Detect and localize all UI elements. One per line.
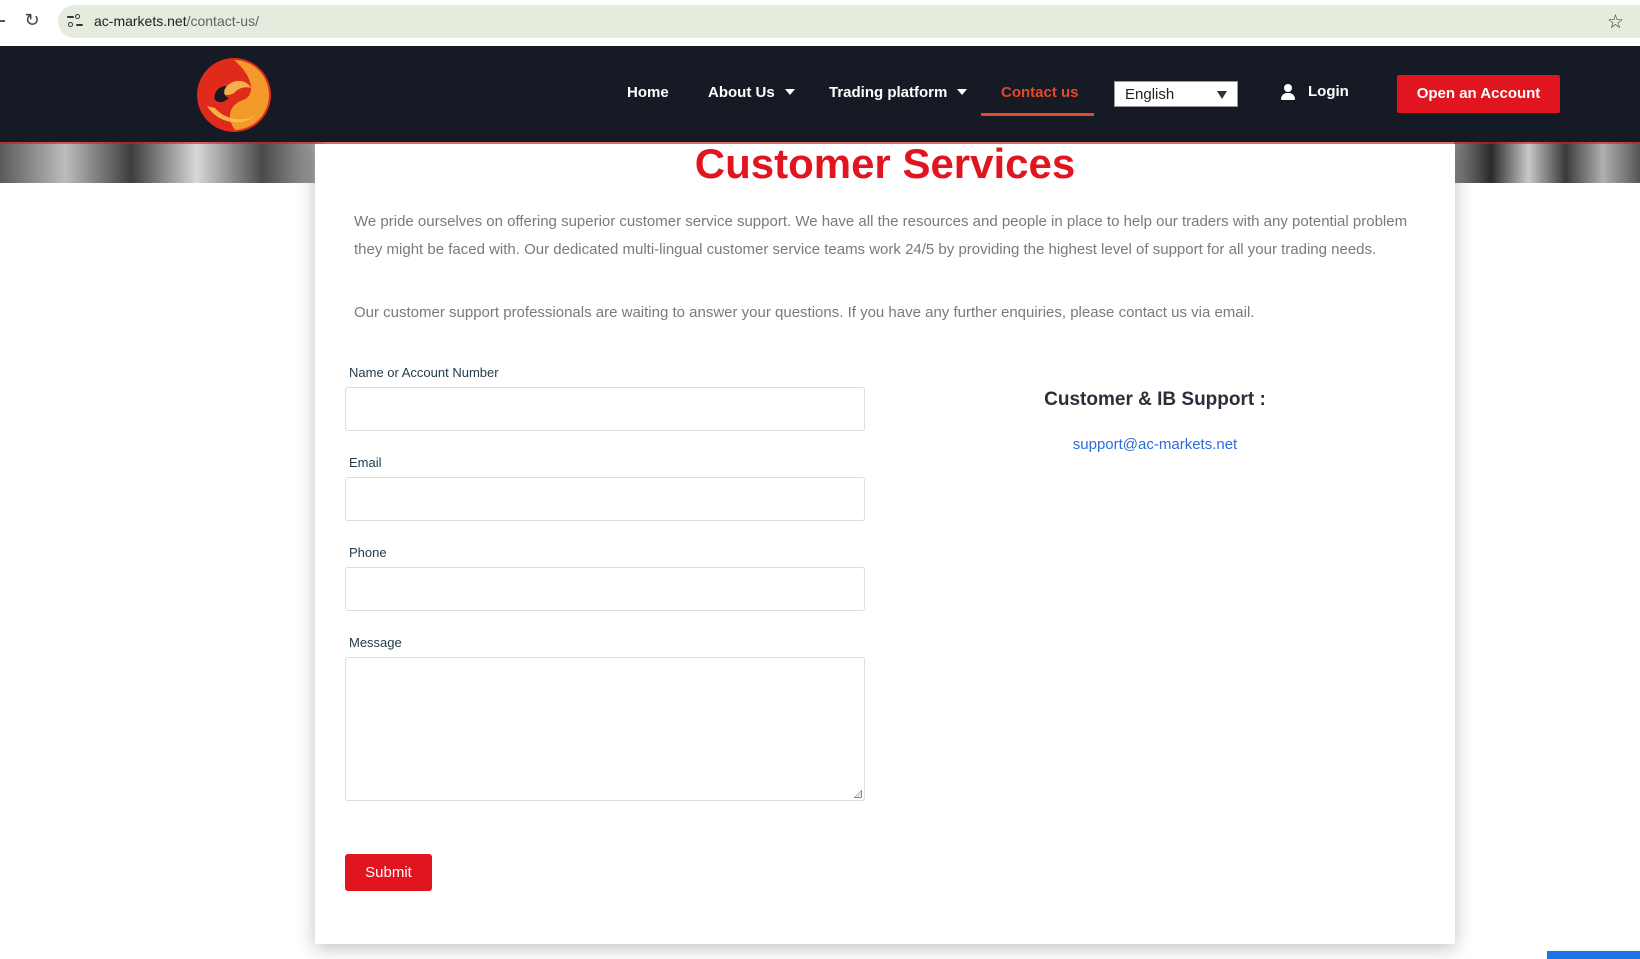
url-path: /contact-us/ — [186, 13, 259, 29]
language-value: English — [1125, 86, 1175, 103]
nav-contact-us[interactable]: Contact us — [1001, 84, 1079, 101]
contact-paragraph: Our customer support professionals are w… — [354, 304, 1255, 321]
resize-handle-icon[interactable] — [854, 790, 862, 798]
back-button-edge[interactable] — [0, 20, 5, 22]
nav-trading-label: Trading platform — [829, 84, 948, 101]
login-label: Login — [1308, 83, 1349, 100]
nav-about-label: About Us — [708, 84, 775, 101]
url-text[interactable]: ac-markets.net/contact-us/ — [94, 13, 259, 29]
email-field[interactable] — [345, 477, 865, 521]
bookmark-star-icon[interactable]: ☆ — [1607, 11, 1624, 33]
message-textarea[interactable] — [345, 657, 865, 801]
caret-down-icon — [957, 89, 968, 95]
caret-down-icon — [784, 89, 795, 95]
intro-paragraph: We pride ourselves on offering superior … — [354, 213, 1408, 258]
name-field[interactable] — [345, 387, 865, 431]
active-nav-indicator — [981, 113, 1094, 116]
content-card: Customer Services We pride ourselves on … — [315, 140, 1455, 944]
reload-icon[interactable]: ↻ — [22, 11, 42, 31]
site-header: Home About Us Trading platform Contact u… — [0, 46, 1640, 142]
nav-home[interactable]: Home — [627, 84, 669, 101]
language-select[interactable]: English — [1114, 81, 1238, 107]
page-title: Customer Services — [694, 140, 1076, 187]
support-email-link[interactable]: support@ac-markets.net — [955, 436, 1355, 453]
nav-trading-platform[interactable]: Trading platform — [829, 84, 968, 101]
url-host: ac-markets.net — [94, 13, 187, 29]
dropdown-arrow-icon — [1217, 91, 1227, 99]
open-account-button[interactable]: Open an Account — [1397, 75, 1560, 113]
name-label: Name or Account Number — [349, 365, 499, 380]
support-heading: Customer & IB Support : — [1044, 389, 1266, 410]
user-icon — [1280, 84, 1296, 100]
chat-widget-edge[interactable] — [1547, 951, 1640, 959]
address-bar[interactable]: ac-markets.net/contact-us/ ☆ — [58, 5, 1640, 38]
site-info-icon[interactable] — [67, 13, 83, 29]
message-label: Message — [349, 635, 402, 650]
hero-banner-right — [1454, 142, 1640, 183]
submit-button[interactable]: Submit — [345, 854, 432, 891]
nav-contact-label: Contact us — [1001, 84, 1079, 101]
nav-about-us[interactable]: About Us — [708, 84, 795, 101]
brand-logo[interactable] — [195, 56, 273, 134]
phone-field[interactable] — [345, 567, 865, 611]
email-label: Email — [349, 455, 382, 470]
nav-home-label: Home — [627, 84, 669, 101]
browser-toolbar: ↻ ac-markets.net/contact-us/ ☆ — [0, 0, 1640, 46]
phone-label: Phone — [349, 545, 387, 560]
